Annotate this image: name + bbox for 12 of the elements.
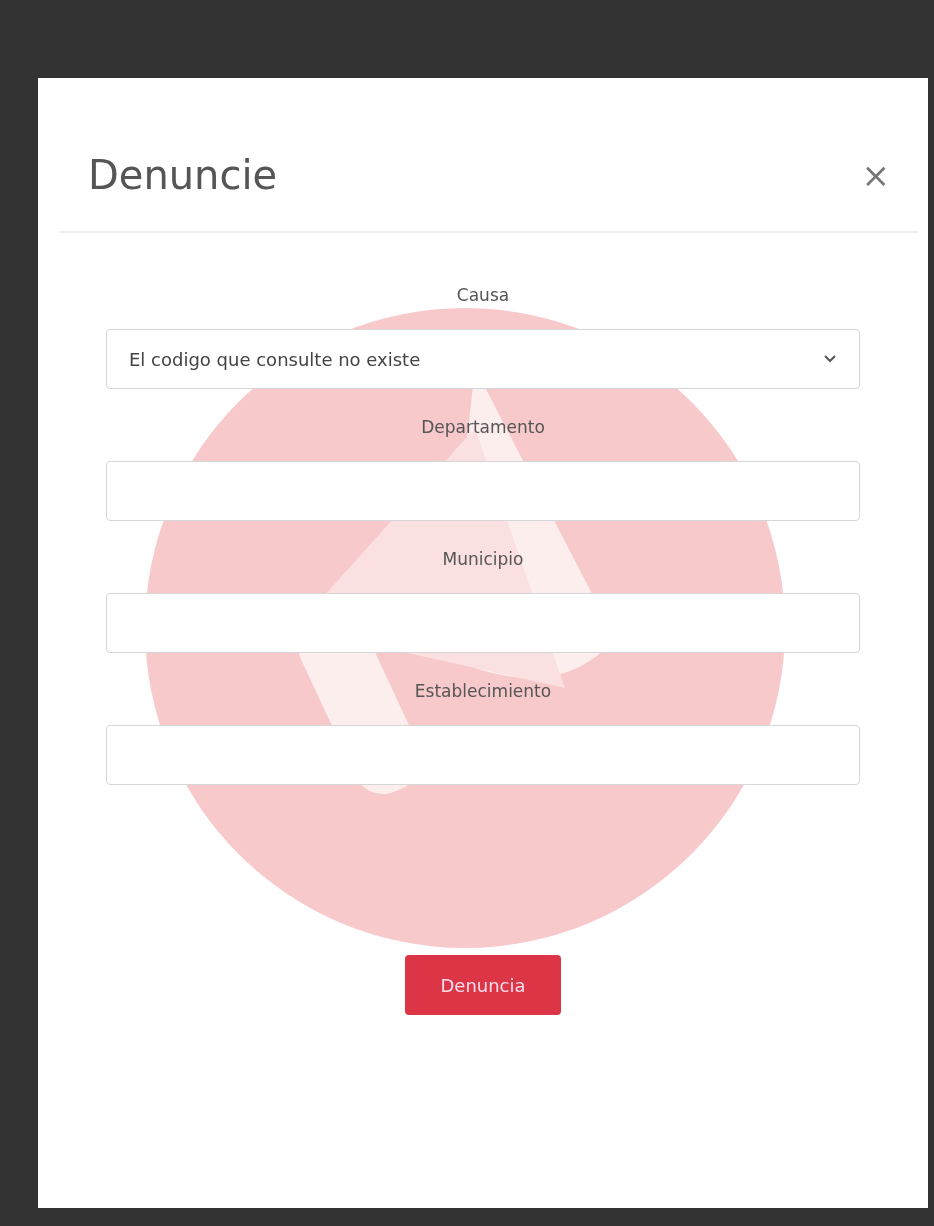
field-label: Departamento <box>421 417 545 437</box>
field-label: Municipio <box>442 549 524 569</box>
input-field[interactable] <box>106 461 860 521</box>
chevron-down-icon <box>823 354 837 364</box>
dialog-title: Denuncie <box>88 151 278 198</box>
close-button[interactable]: × <box>861 154 890 195</box>
input-field[interactable] <box>106 593 860 653</box>
field-label: Establecimiento <box>414 681 552 701</box>
submit-button[interactable]: Denuncia <box>405 955 561 1015</box>
input-field[interactable] <box>106 725 860 785</box>
field-label: Causa <box>456 285 510 305</box>
dropdown[interactable]: El codigo que consulte no existe <box>106 329 860 389</box>
